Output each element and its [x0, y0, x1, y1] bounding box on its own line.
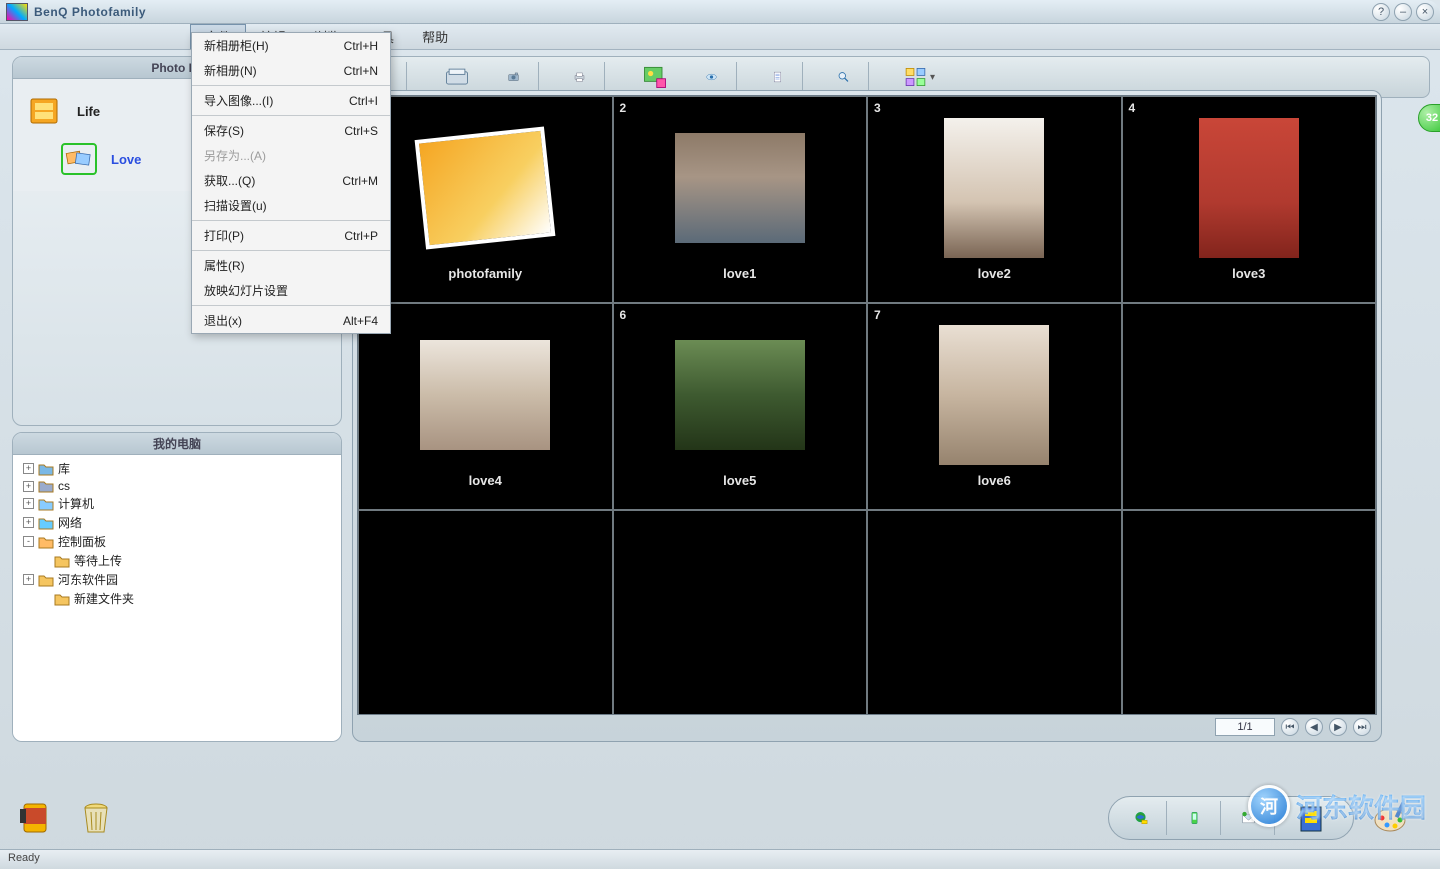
page-indicator: 1/1: [1215, 718, 1275, 736]
tree-node[interactable]: +河东软件园: [17, 570, 337, 589]
view-mode-button[interactable]: [903, 62, 935, 92]
thumb-caption: love4: [469, 473, 502, 488]
computer-tree-panel: 我的电脑 +库+cs+计算机+网络-控制面板等待上传+河东软件园新建文件夹: [12, 432, 342, 742]
thumbnail-cell[interactable]: 3 love2: [867, 96, 1122, 303]
tree-node[interactable]: +库: [17, 459, 337, 478]
menu-item-获取...(Q)[interactable]: 获取...(Q)Ctrl+M: [192, 168, 390, 193]
file-menu-dropdown: 新相册柜(H)Ctrl+H新相册(N)Ctrl+N 导入图像...(I)Ctrl+…: [191, 32, 391, 334]
thumb-image: [420, 340, 550, 450]
tree-node[interactable]: +cs: [17, 478, 337, 494]
thumb-caption: love3: [1232, 266, 1265, 281]
close-button[interactable]: ×: [1416, 3, 1434, 21]
title-bar: BenQ Photofamily ? – ×: [0, 0, 1440, 24]
thumbnail-cell[interactable]: 7 love6: [867, 303, 1122, 510]
album-cabinet-label: Life: [77, 104, 100, 119]
thumbnail-cell[interactable]: [358, 510, 613, 715]
thumbnail-cell[interactable]: 5 love4: [358, 303, 613, 510]
tree-node[interactable]: -控制面板: [17, 532, 337, 551]
menu-item-另存为...(A): 另存为...(A): [192, 143, 390, 168]
thumb-number: 7: [874, 308, 881, 322]
thumb-number: 6: [620, 308, 627, 322]
menu-item-属性(R)[interactable]: 属性(R): [192, 253, 390, 278]
computer-panel-title: 我的电脑: [13, 433, 341, 455]
camera-button[interactable]: [507, 62, 539, 92]
thumbnail-cell[interactable]: [613, 510, 868, 715]
album-love-label: Love: [111, 152, 141, 167]
app-logo-icon: [6, 3, 28, 21]
menu-item-保存(S)[interactable]: 保存(S)Ctrl+S: [192, 118, 390, 143]
thumb-image: [415, 127, 556, 250]
thumb-image: [944, 118, 1044, 258]
thumb-caption: love1: [723, 266, 756, 281]
app-title: BenQ Photofamily: [34, 5, 146, 19]
film-roll-icon[interactable]: [16, 798, 56, 838]
print-button[interactable]: [573, 62, 605, 92]
bottom-dock: 河 河东软件园: [0, 789, 1440, 847]
thumbnail-cell[interactable]: 4 love3: [1122, 96, 1377, 303]
image-tools-button[interactable]: [639, 62, 671, 92]
thumb-image: [675, 133, 805, 243]
watermark-text: 河东软件园: [1296, 788, 1426, 825]
minimize-button[interactable]: –: [1394, 3, 1412, 21]
thumb-number: 4: [1129, 101, 1136, 115]
document-button[interactable]: [771, 62, 803, 92]
thumb-image: [1199, 118, 1299, 258]
thumbnail-cell[interactable]: [867, 510, 1122, 715]
thumb-image: [939, 325, 1049, 465]
thumb-caption: love2: [978, 266, 1011, 281]
folder-tree[interactable]: +库+cs+计算机+网络-控制面板等待上传+河东软件园新建文件夹: [13, 455, 341, 741]
menu-item-退出(x)[interactable]: 退出(x)Alt+F4: [192, 308, 390, 333]
search-button[interactable]: [837, 62, 869, 92]
thumb-caption: love5: [723, 473, 756, 488]
thumbnail-cell[interactable]: 2 love1: [613, 96, 868, 303]
thumbnail-area: 1 photofamily2 love13 love24 love35 love…: [352, 90, 1382, 742]
status-bar: Ready: [0, 849, 1440, 869]
thumbnail-grid: 1 photofamily2 love13 love24 love35 love…: [358, 96, 1376, 714]
side-counter-bubble[interactable]: 32: [1418, 104, 1440, 132]
menu-item-打印(P)[interactable]: 打印(P)Ctrl+P: [192, 223, 390, 248]
menu-item-放映幻灯片设置[interactable]: 放映幻灯片设置: [192, 278, 390, 303]
watermark-logo-icon: 河: [1248, 785, 1290, 827]
menu-item-导入图像...(I)[interactable]: 导入图像...(I)Ctrl+I: [192, 88, 390, 113]
tree-node[interactable]: +计算机: [17, 494, 337, 513]
menu-help[interactable]: 帮助: [408, 25, 462, 48]
next-page-button[interactable]: ▶: [1329, 718, 1347, 736]
photos-icon: [61, 143, 97, 175]
watermark: 河 河东软件园: [1248, 785, 1426, 827]
menu-item-扫描设置(u)[interactable]: 扫描设置(u): [192, 193, 390, 218]
tree-node[interactable]: +网络: [17, 513, 337, 532]
thumb-image: [675, 340, 805, 450]
prev-page-button[interactable]: ◀: [1305, 718, 1323, 736]
eye-preview-button[interactable]: [705, 62, 737, 92]
thumbnail-cell[interactable]: [1122, 510, 1377, 715]
thumbnail-cell[interactable]: 1 photofamily: [358, 96, 613, 303]
thumbnail-cell[interactable]: [1122, 303, 1377, 510]
menu-item-新相册(N)[interactable]: 新相册(N)Ctrl+N: [192, 58, 390, 83]
trash-icon[interactable]: [76, 798, 116, 838]
tree-node[interactable]: 等待上传: [17, 551, 337, 570]
thumbnail-cell[interactable]: 6 love5: [613, 303, 868, 510]
thumb-caption: photofamily: [448, 266, 522, 281]
help-button[interactable]: ?: [1372, 3, 1390, 21]
device-share-icon[interactable]: [1187, 801, 1221, 835]
web-share-icon[interactable]: [1133, 801, 1167, 835]
thumb-number: 3: [874, 101, 881, 115]
thumb-number: 2: [620, 101, 627, 115]
thumb-caption: love6: [978, 473, 1011, 488]
cabinet-icon: [27, 95, 63, 127]
last-page-button[interactable]: ⏭: [1353, 718, 1371, 736]
scanner-button[interactable]: [441, 62, 473, 92]
menu-item-新相册柜(H)[interactable]: 新相册柜(H)Ctrl+H: [192, 33, 390, 58]
tree-node[interactable]: 新建文件夹: [17, 589, 337, 608]
first-page-button[interactable]: ⏮: [1281, 718, 1299, 736]
